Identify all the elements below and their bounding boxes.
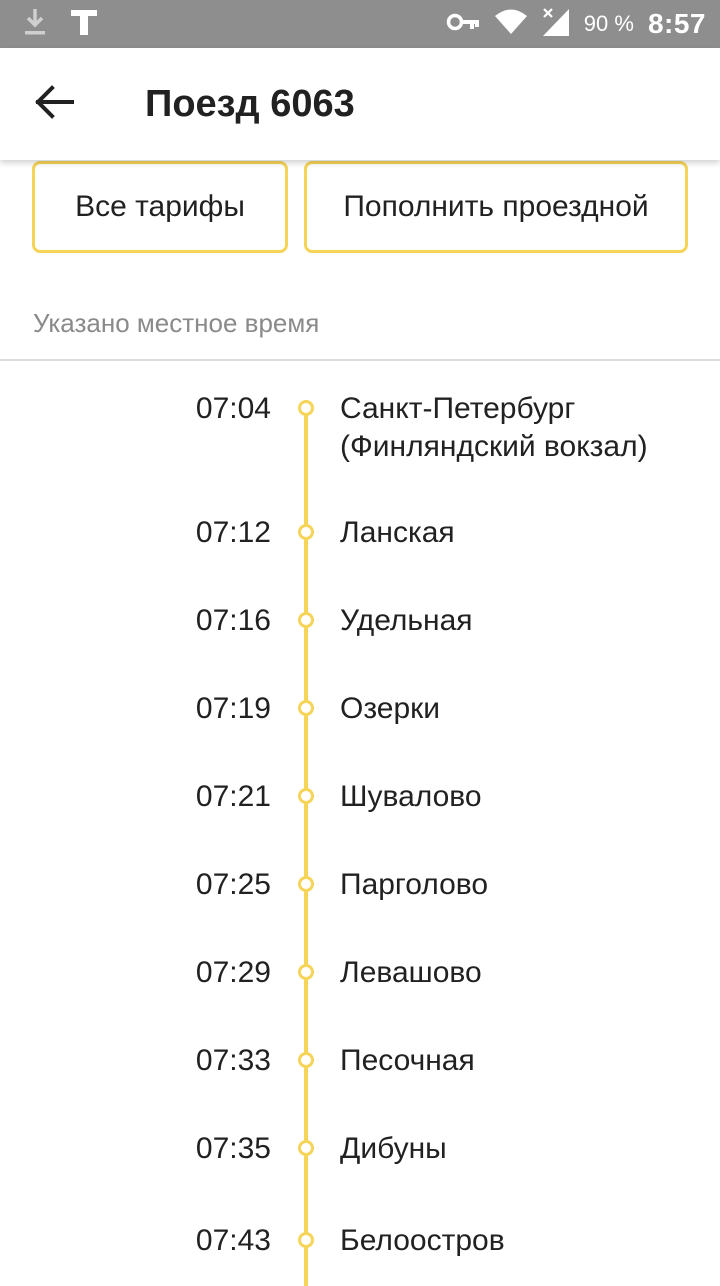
divider [0,359,720,361]
stop-dot [298,400,314,416]
stop-name: Озерки [340,692,441,725]
status-bar-left [22,6,98,42]
stop-dot [298,612,314,628]
status-bar: 90 % 8:57 [0,0,720,48]
download-icon [22,7,48,42]
stop-dot [298,788,314,804]
stop-name: Шувалово [340,780,482,813]
stop-name: Дибуны [340,1132,447,1165]
stop-dot [298,964,314,980]
stop-name: Парголово [340,868,489,901]
stop-name: Санкт-Петербург (Финляндский вокзал) [340,390,710,466]
stop-dot [298,876,314,892]
stop-time: 07:33 [195,1044,271,1077]
local-time-note: Указано местное время [33,308,320,338]
stop-name-line2: (Финляндский вокзал) [340,430,648,463]
stop-time: 07:21 [195,780,271,813]
stop-name: Ланская [340,516,455,549]
status-bar-right: 90 % 8:57 [446,0,706,48]
stop-dot [298,524,314,540]
cell-signal-icon [542,7,570,42]
stop-dot [298,1052,314,1068]
stop-dot [298,1232,314,1248]
stop-time: 07:43 [195,1224,271,1257]
stop-time: 07:12 [195,516,271,549]
wifi-icon [494,9,528,40]
t-app-icon [70,7,98,42]
arrow-left-icon [34,84,74,124]
clock: 8:57 [647,8,706,39]
stops-timeline: 07:04 Санкт-Петербург (Финляндский вокза… [0,362,720,1286]
stop-dot [298,1140,314,1156]
stop-time: 07:19 [195,692,271,725]
stop-time: 07:16 [195,604,271,637]
app-bar: Поезд 6063 [0,48,720,160]
stop-dot [298,700,314,716]
all-tariffs-button[interactable]: Все тарифы [32,161,288,253]
stop-name: Удельная [340,604,473,637]
stop-name: Белоостров [340,1224,505,1257]
stop-time: 07:25 [195,868,271,901]
stop-time: 07:04 [195,392,271,425]
stop-name: Песочная [340,1044,475,1077]
action-buttons: Все тарифы Пополнить проездной [0,160,720,260]
stop-time: 07:35 [195,1132,271,1165]
top-up-pass-button[interactable]: Пополнить проездной [304,161,688,253]
battery-percent: 90 % [583,11,634,36]
stop-name-line1: Санкт-Петербург [340,392,576,425]
stop-name: Левашово [340,956,482,989]
page-title: Поезд 6063 [145,83,355,125]
back-button[interactable] [20,72,88,136]
vpn-key-icon [446,12,480,37]
stop-time: 07:29 [195,956,271,989]
